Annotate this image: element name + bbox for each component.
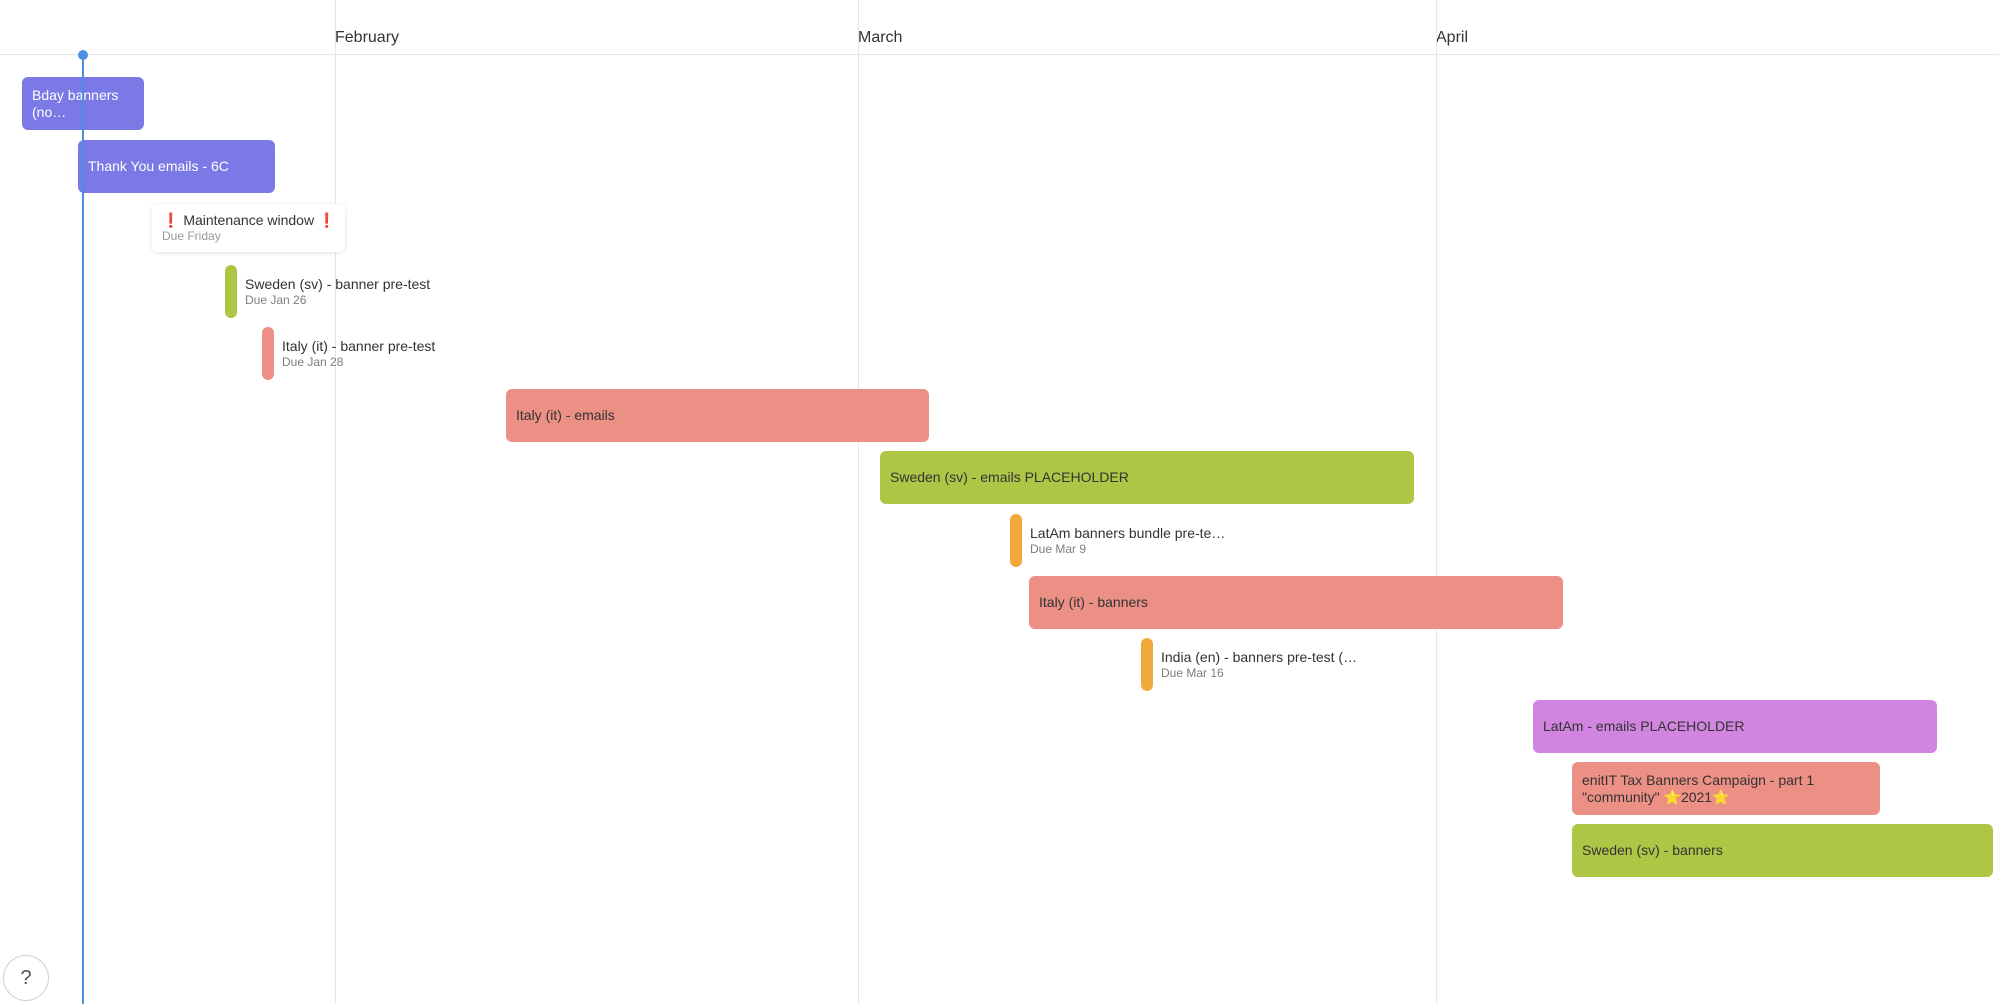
task-color-tab: [1141, 638, 1153, 691]
task-sv-ban[interactable]: Sweden (sv) - banners: [1572, 824, 1993, 877]
task-due-label: Due Jan 28: [282, 355, 435, 369]
task-color-tab: [262, 327, 274, 380]
task-title: Sweden (sv) - banner pre-test: [245, 276, 430, 293]
task-india-pre[interactable]: India (en) - banners pre-test (…Due Mar …: [1141, 638, 1357, 691]
task-due-label: Due Mar 16: [1161, 666, 1357, 680]
task-latam-em[interactable]: LatAm - emails PLACEHOLDER: [1533, 700, 1937, 753]
task-title: LatAm banners bundle pre-te…: [1030, 525, 1225, 542]
task-sv-emails[interactable]: Sweden (sv) - emails PLACEHOLDER: [880, 451, 1414, 504]
today-indicator: [82, 55, 84, 1004]
month-label-apr: April: [1436, 29, 1468, 47]
task-title: ❗ Maintenance window ❗: [162, 212, 335, 229]
task-due-label: Due Jan 26: [245, 293, 430, 307]
task-latam-pre[interactable]: LatAm banners bundle pre-te…Due Mar 9: [1010, 514, 1225, 567]
task-title: LatAm - emails PLACEHOLDER: [1543, 718, 1927, 735]
task-due-label: Due Mar 9: [1030, 542, 1225, 556]
task-title: Sweden (sv) - emails PLACEHOLDER: [890, 469, 1404, 486]
help-button[interactable]: ?: [3, 955, 49, 1001]
help-icon: ?: [20, 967, 31, 990]
month-label-mar: March: [858, 29, 902, 47]
task-maint[interactable]: ❗ Maintenance window ❗Due Friday: [152, 204, 345, 252]
task-title: enitIT Tax Banners Campaign - part 1 "co…: [1582, 772, 1870, 806]
today-dot: [78, 50, 88, 60]
task-sv-pre[interactable]: Sweden (sv) - banner pre-testDue Jan 26: [225, 265, 430, 318]
task-it-ban[interactable]: Italy (it) - banners: [1029, 576, 1563, 629]
task-enit-tax[interactable]: enitIT Tax Banners Campaign - part 1 "co…: [1572, 762, 1880, 815]
task-title: Sweden (sv) - banners: [1582, 842, 1983, 859]
task-title: Italy (it) - banner pre-test: [282, 338, 435, 355]
task-title: Italy (it) - emails: [516, 407, 919, 424]
task-title: Italy (it) - banners: [1039, 594, 1553, 611]
timeline-header: February March April: [0, 0, 1999, 55]
month-label-feb: February: [335, 29, 399, 47]
task-due-label: Due Friday: [162, 229, 335, 243]
task-color-tab: [225, 265, 237, 318]
task-color-tab: [1010, 514, 1022, 567]
task-title: India (en) - banners pre-test (…: [1161, 649, 1357, 666]
task-it-pre[interactable]: Italy (it) - banner pre-testDue Jan 28: [262, 327, 435, 380]
timeline-body[interactable]: Bday ban­ners (no…Thank You emails - 6C❗…: [0, 55, 1999, 1004]
task-it-emails[interactable]: Italy (it) - emails: [506, 389, 929, 442]
task-title: Thank You emails - 6C: [88, 158, 265, 175]
task-thanks[interactable]: Thank You emails - 6C: [78, 140, 275, 193]
